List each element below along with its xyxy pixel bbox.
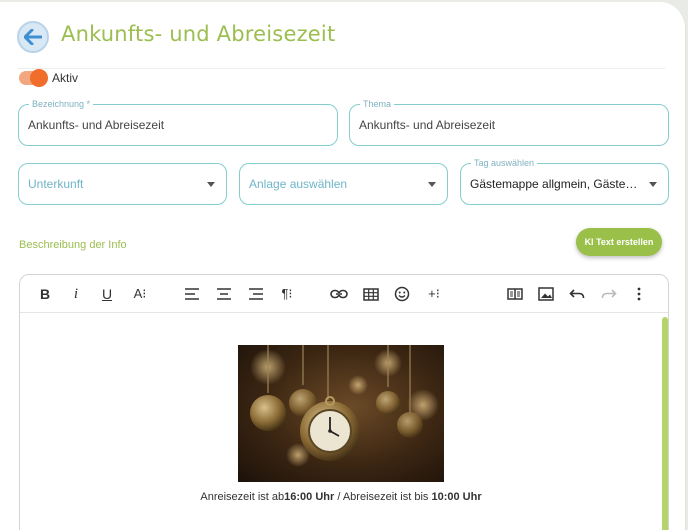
chevron-down-icon — [207, 182, 215, 187]
align-center-icon[interactable] — [215, 283, 233, 305]
table-icon[interactable] — [362, 283, 380, 305]
form-card: Ankunfts- und Abreisezeit Aktiv Bezeichn… — [0, 2, 686, 530]
align-right-icon[interactable] — [247, 283, 265, 305]
undo-icon[interactable] — [568, 283, 586, 305]
arrival-time: 16:00 Uhr — [284, 491, 335, 503]
paragraph-format-button[interactable]: ¶⁝ — [277, 283, 297, 305]
link-icon[interactable] — [330, 283, 348, 305]
ki-text-button[interactable]: KI Text erstellen — [576, 228, 662, 256]
image-icon[interactable] — [537, 283, 555, 305]
chevron-down-icon — [649, 182, 657, 187]
active-toggle-label: Aktiv — [52, 71, 79, 85]
editor-scrollbar[interactable] — [662, 317, 668, 530]
bezeichnung-field[interactable]: Bezeichnung * Ankunfts- und Abreisezeit — [18, 98, 338, 146]
chevron-down-icon — [428, 182, 436, 187]
arrival-departure-text: Anreisezeit ist ab16:00 Uhr / Abreisezei… — [20, 491, 662, 503]
departure-time: 10:00 Uhr — [431, 491, 482, 503]
redo-icon[interactable] — [600, 283, 618, 305]
more-options-icon[interactable] — [632, 283, 646, 305]
unterkunft-select[interactable]: Unterkunft — [18, 163, 227, 205]
underline-button[interactable]: U — [99, 283, 115, 305]
bezeichnung-value: Ankunfts- und Abreisezeit — [28, 118, 165, 132]
bold-button[interactable]: B — [37, 283, 53, 305]
arrival-text: Anreisezeit ist ab — [200, 491, 285, 503]
italic-button[interactable]: i — [69, 283, 83, 305]
thema-label: Thema — [360, 98, 395, 110]
rich-text-editor[interactable]: B i U A⁝ ¶⁝ +⁝ Anreisezeit ist ab16:00 U… — [19, 274, 669, 530]
font-size-button[interactable]: A⁝ — [130, 283, 150, 305]
thema-value: Ankunfts- und Abreisezeit — [359, 118, 496, 132]
tag-select[interactable]: Tag auswählen Gästemappe allgmein, Gäste… — [460, 157, 669, 205]
description-label: Beschreibung der Info — [19, 239, 127, 251]
emoji-icon[interactable] — [393, 283, 411, 305]
active-toggle[interactable] — [19, 69, 48, 87]
tag-value: Gästemappe allgmein, Gästemap... — [470, 177, 642, 191]
tag-label: Tag auswählen — [471, 157, 538, 169]
departure-text: / Abreisezeit ist bis — [334, 491, 432, 503]
code-view-icon[interactable] — [506, 283, 524, 305]
align-left-icon[interactable] — [183, 283, 201, 305]
anlage-placeholder: Anlage auswählen — [249, 177, 348, 191]
bezeichnung-label: Bezeichnung * — [29, 98, 94, 110]
thema-field[interactable]: Thema Ankunfts- und Abreisezeit — [349, 98, 669, 146]
back-button[interactable] — [17, 21, 49, 53]
toggle-knob — [30, 69, 48, 87]
unterkunft-placeholder: Unterkunft — [28, 177, 84, 191]
arrow-left-icon — [24, 29, 42, 45]
header-divider — [18, 68, 665, 69]
editor-toolbar: B i U A⁝ ¶⁝ +⁝ — [20, 275, 668, 313]
page-title: Ankunfts- und Abreisezeit — [61, 22, 336, 46]
insert-more-button[interactable]: +⁝ — [423, 283, 445, 305]
pocket-watches-image — [238, 345, 444, 482]
anlage-select[interactable]: Anlage auswählen — [239, 163, 448, 205]
